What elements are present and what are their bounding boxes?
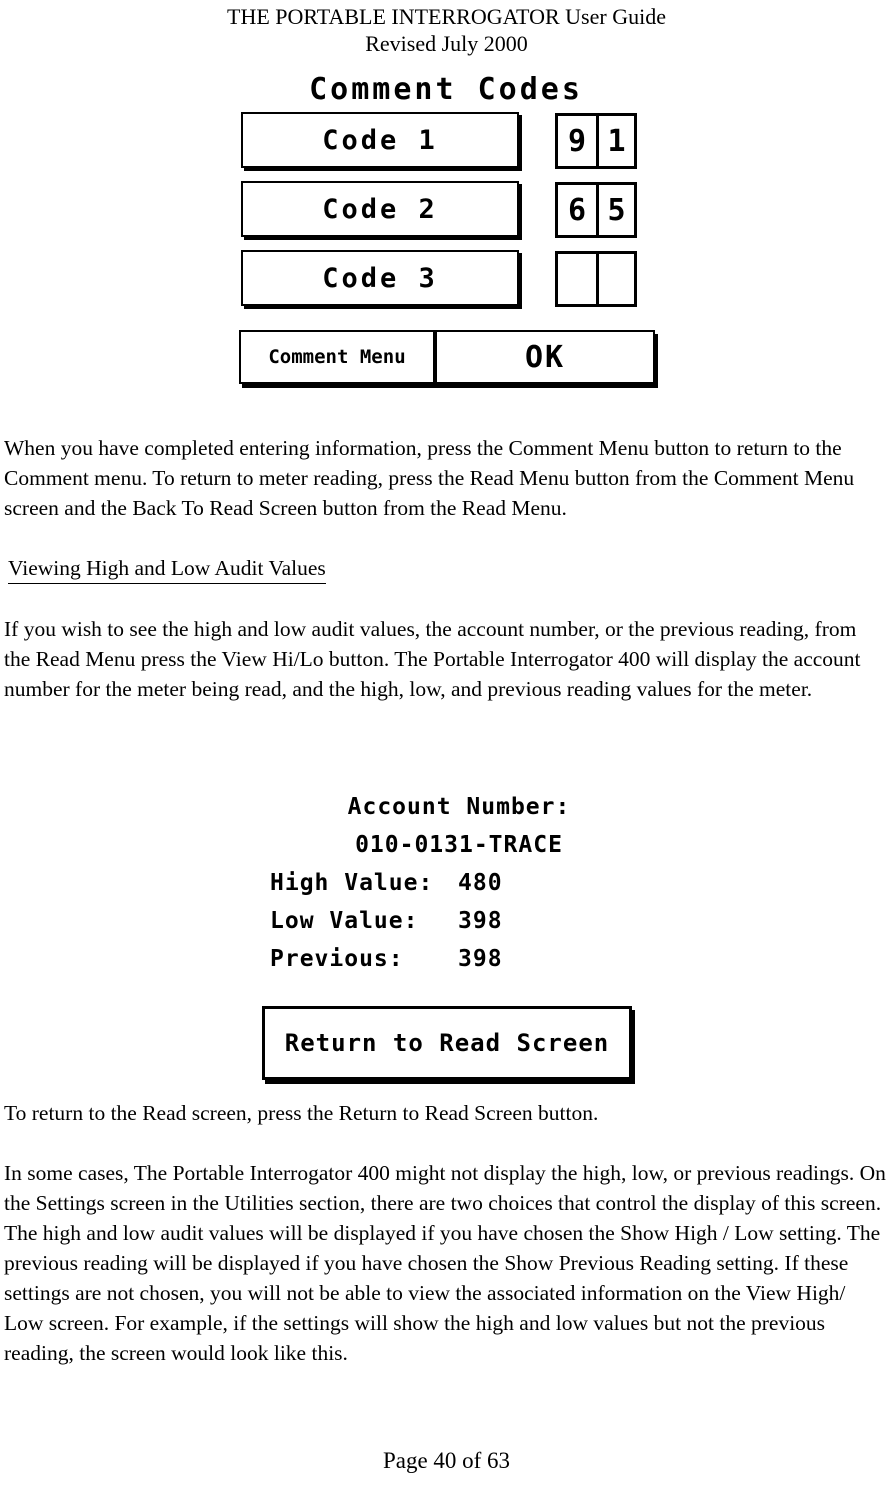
ok-button[interactable]: OK — [437, 332, 653, 382]
document-title: THE PORTABLE INTERROGATOR User Guide — [227, 4, 666, 29]
code-3-digit-2[interactable] — [596, 254, 634, 304]
account-number-label: Account Number: — [347, 794, 571, 820]
high-value-row: High Value: 480 — [262, 864, 642, 902]
code-3-digit-1[interactable] — [558, 254, 596, 304]
body-block-2: To return to the Read screen, press the … — [4, 1098, 888, 1368]
low-value-value: 398 — [458, 908, 503, 934]
high-value-label: High Value: — [270, 870, 434, 896]
code-3-button[interactable]: Code 3 — [241, 250, 519, 306]
code-1-digit-boxes[interactable]: 9 1 — [555, 113, 637, 169]
code-row-1: Code 1 9 1 — [239, 112, 659, 174]
code-1-button[interactable]: Code 1 — [241, 112, 519, 168]
low-value-row: Low Value: 398 — [262, 902, 642, 940]
page-number: Page 40 of 63 — [382, 1448, 511, 1473]
high-value-value: 480 — [458, 870, 503, 896]
comment-codes-screen: Comment Codes Code 1 9 1 Code 2 6 5 Code… — [239, 72, 659, 407]
paragraph-1: When you have completed entering informa… — [4, 436, 855, 520]
document-header: THE PORTABLE INTERROGATOR User Guide Rev… — [0, 0, 893, 57]
code-2-digit-2[interactable]: 5 — [596, 185, 634, 235]
low-value-label: Low Value: — [270, 908, 419, 934]
paragraph-4: In some cases, The Portable Interrogator… — [4, 1161, 886, 1365]
code-2-digit-boxes[interactable]: 6 5 — [555, 182, 637, 238]
comment-menu-button[interactable]: Comment Menu — [241, 332, 437, 382]
code-2-button[interactable]: Code 2 — [241, 181, 519, 237]
previous-label: Previous: — [270, 946, 404, 972]
previous-row: Previous: 398 — [262, 940, 642, 978]
document-revision: Revised July 2000 — [365, 31, 528, 56]
return-to-read-screen-button[interactable]: Return to Read Screen — [262, 1006, 632, 1080]
code-1-digit-2[interactable]: 1 — [596, 116, 634, 166]
body-block-1: When you have completed entering informa… — [4, 433, 875, 704]
code-2-digit-1[interactable]: 6 — [558, 185, 596, 235]
code-row-2: Code 2 6 5 — [239, 181, 659, 243]
heading-wrapper: Viewing High and Low Audit Values — [4, 553, 875, 584]
comment-codes-title: Comment Codes — [309, 72, 583, 107]
paragraph-3: To return to the Read screen, press the … — [4, 1101, 599, 1125]
view-hi-lo-screen: Account Number: 010-0131-TRACE High Valu… — [262, 788, 642, 1080]
comment-codes-button-bar: Comment Menu OK — [239, 330, 655, 384]
code-1-digit-1[interactable]: 9 — [558, 116, 596, 166]
code-3-digit-boxes[interactable] — [555, 251, 637, 307]
account-number-value: 010-0131-TRACE — [355, 832, 563, 858]
paragraph-2: If you wish to see the high and low audi… — [4, 617, 861, 701]
code-row-3: Code 3 — [239, 250, 659, 312]
section-heading: Viewing High and Low Audit Values — [8, 553, 326, 584]
previous-value: 398 — [458, 946, 503, 972]
document-footer: Page 40 of 63 — [0, 1448, 893, 1474]
